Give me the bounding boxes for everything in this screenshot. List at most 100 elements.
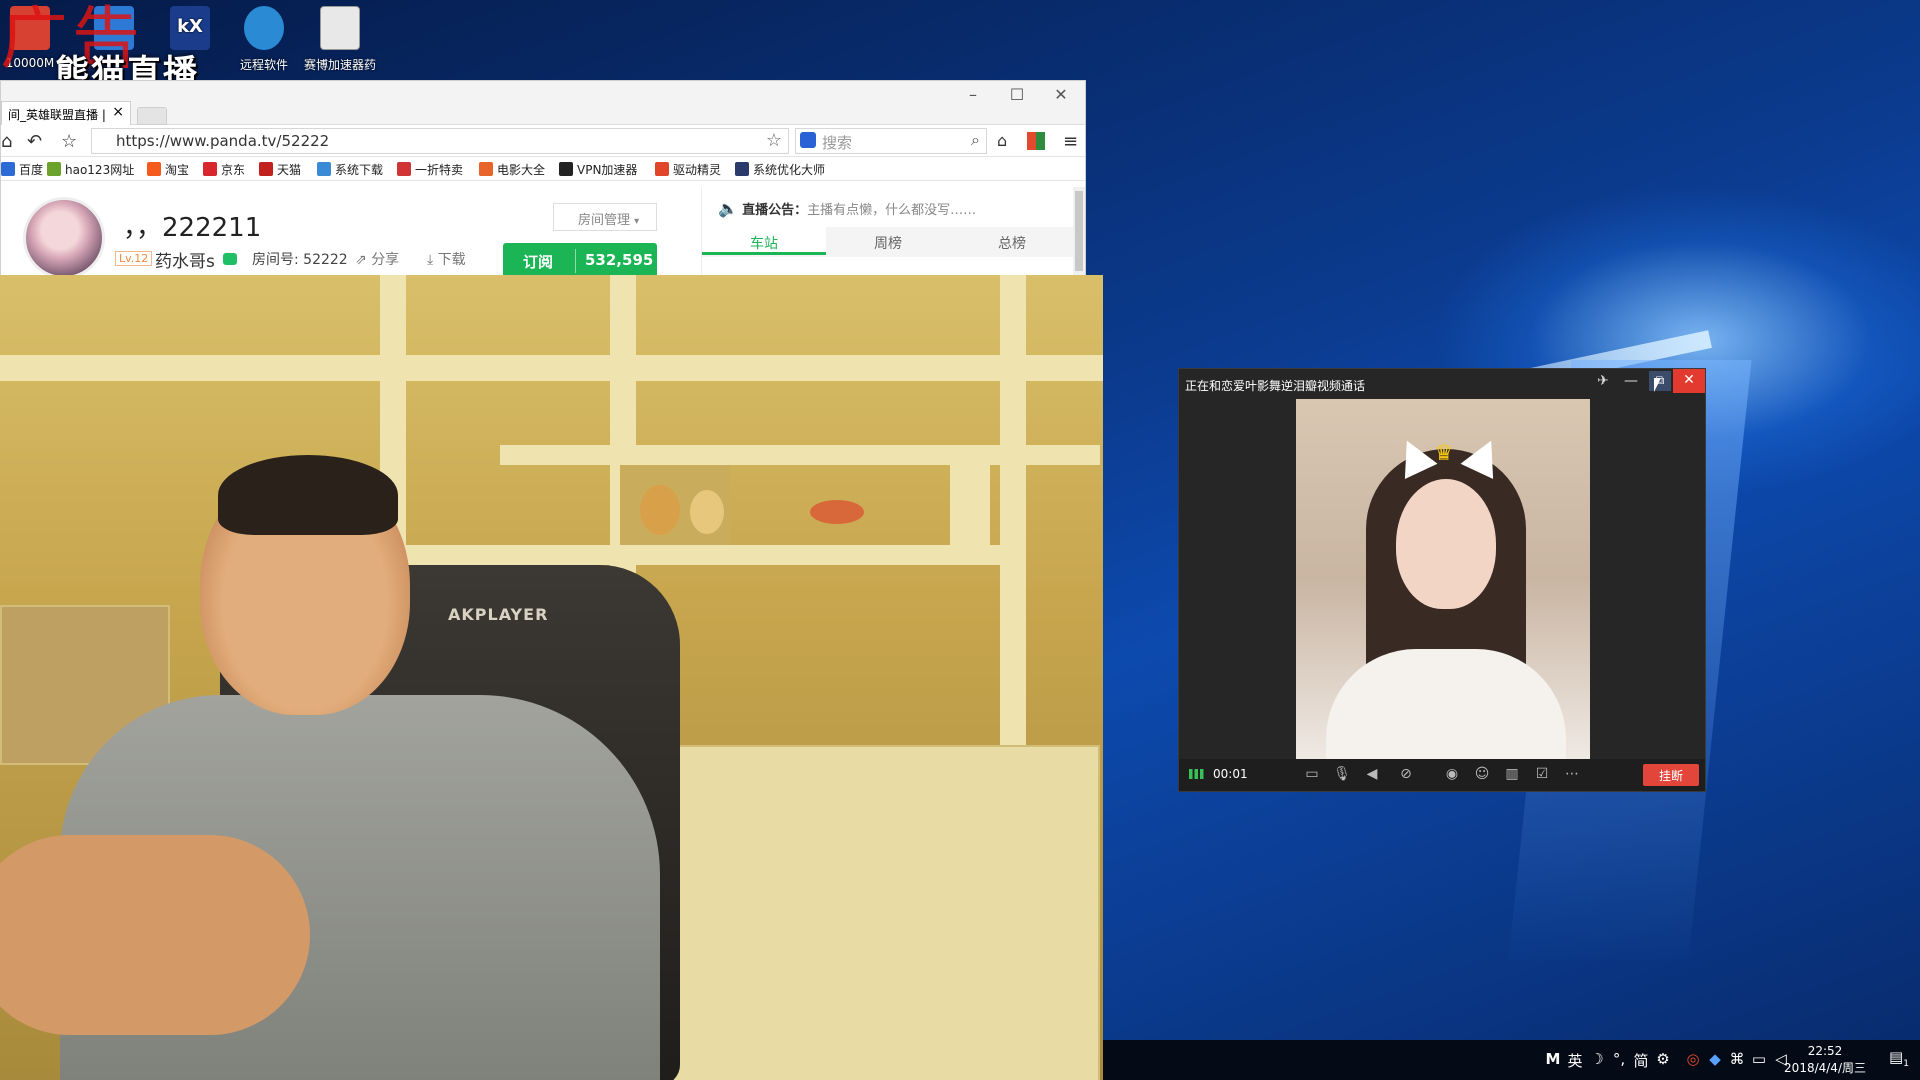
speaker-icon[interactable]: ◀ [1361,766,1383,782]
punctuation-icon[interactable]: °, [1609,1050,1629,1068]
announcement: 🔈 直播公告：主播有点懒，什么都没写…… [718,199,977,218]
maximize-icon[interactable]: ☐ [997,85,1037,104]
camera-off-icon[interactable]: ⊘ [1395,766,1417,782]
share-icon: ⇗ [355,252,372,268]
call-toolbar: 00:01 ▭ 🎙 ◀ ⊘ ◉ ☺ ▥ ☑ ⋯ 挂断 [1179,759,1705,791]
tab-bar: 间_英雄联盟直播 | × – ☐ ✕ [1,81,1085,125]
moon-icon[interactable]: ☽ [1587,1050,1607,1068]
close-icon[interactable]: ✕ [1673,369,1705,393]
ime-m-icon[interactable]: M [1543,1050,1563,1068]
shelf [380,545,1020,565]
minimize-icon[interactable]: – [953,85,993,104]
avatar[interactable] [23,197,105,279]
browser-window: 间_英雄联盟直播 | × – ☐ ✕ ⌂ ↶ ☆ https://www.pan… [0,80,1086,280]
screenshot-icon[interactable]: ◉ [1441,766,1463,782]
app-icon [10,6,50,50]
layout-icon[interactable]: ▥ [1501,766,1523,782]
bookmark-item[interactable]: 京东 [203,161,245,178]
close-icon[interactable]: ✕ [1041,85,1081,104]
cabinet [620,745,1100,1080]
bookmark-item[interactable]: 百度 [1,161,43,178]
bookmark-item[interactable]: VPN加速器 [559,161,637,178]
download-button[interactable]: ⤓ 下载 [427,249,466,269]
video-call-window: 正在和恋爱叶影舞逆泪瓣视频通话 ✈ — ⧉ ✕ ♛ 00:01 ▭ 🎙 ◀ ⊘ … [1178,368,1706,792]
bookmark-item[interactable]: 一折特卖 [397,161,463,178]
browser-tab[interactable]: 间_英雄联盟直播 | × [1,101,131,125]
hangup-button[interactable]: 挂断 [1643,764,1699,786]
home-icon[interactable]: ⌂ [1,131,12,152]
document-icon [320,6,360,50]
notification-icon[interactable]: ▤1 [1888,1048,1910,1070]
tab-close-icon[interactable]: × [112,104,124,120]
desktop-icon-remote[interactable]: 远程软件 [234,6,294,73]
room-number: 房间号: 52222 [252,252,348,268]
bookmark-icon [47,162,61,176]
nav-bar: ⌂ ↶ ☆ https://www.panda.tv/52222 ☆ 搜索 ⌕ … [1,125,1085,157]
clock-time: 22:52 [1807,1044,1843,1058]
bookmark-icon [259,162,273,176]
scrollbar[interactable] [1073,187,1085,279]
figurine [690,490,724,534]
more-icon[interactable]: ⋯ [1561,766,1583,782]
tab-station[interactable]: 车站 [702,227,826,255]
desktop-icon-10000m[interactable]: 10000M [0,6,60,70]
network-icon[interactable]: ▭ [1749,1050,1769,1068]
favorite-icon[interactable]: ☆ [61,131,77,152]
tab-weekly[interactable]: 周榜 [826,233,950,253]
shelf [500,445,1100,465]
ime-language-icon[interactable]: 英 [1565,1050,1585,1071]
chair-brand: AKPLAYER [448,605,549,624]
shelf [1000,275,1026,755]
bookmark-icon [655,162,669,176]
settings-icon[interactable]: ⚙ [1653,1050,1673,1068]
bookmark-star-icon[interactable]: ☆ [766,130,782,151]
menu-icon[interactable]: ≡ [1063,131,1078,152]
address-bar[interactable]: https://www.panda.tv/52222 ☆ [91,128,789,154]
bookmark-item[interactable]: 驱动精灵 [655,161,721,178]
extension-icon[interactable] [1027,132,1045,150]
subscribe-button[interactable]: 订阅 532,595 [503,243,657,279]
signal-icon [1189,769,1207,779]
back-icon[interactable]: ↶ [27,131,42,152]
room-manage-dropdown[interactable]: 房间管理 ▾ [553,203,657,231]
bookmark-icon [735,162,749,176]
search-engine-icon [800,132,816,148]
search-icon[interactable]: ⌕ [971,130,980,150]
bookmark-item[interactable]: 天猫 [259,161,301,178]
kx-tray-icon[interactable]: ◆ [1705,1050,1725,1068]
ime-icon[interactable]: ⌘ [1727,1050,1747,1068]
bookmark-item[interactable]: hao123网址 [47,161,134,178]
bottle [950,445,990,555]
clock[interactable]: 22:52 2018/4/4/周三 [1784,1043,1866,1077]
app-icon [94,6,134,50]
new-tab-button[interactable] [137,107,167,125]
effects-icon[interactable]: ☺ [1471,766,1493,782]
tab-title: 间_英雄联盟直播 | [8,108,106,122]
bookmark-item[interactable]: 淘宝 [147,161,189,178]
chat-icon [223,253,237,265]
subscribe-count: 532,595 [585,251,654,269]
host-name[interactable]: 药水哥s [155,247,215,272]
bookmarks-bar: 百度 hao123网址 淘宝 京东 天猫 系统下载 一折特卖 电影大全 VPN加… [1,157,1085,181]
figurine [640,485,680,535]
microphone-icon[interactable]: 🎙 [1331,766,1353,782]
desktop-icon-accelerator[interactable]: 赛博加速器药 [304,6,376,73]
tab-total[interactable]: 总榜 [950,233,1074,253]
bookmark-item[interactable]: 系统优化大师 [735,161,825,178]
bookmark-item[interactable]: 系统下载 [317,161,383,178]
bookmark-item[interactable]: 电影大全 [479,161,545,178]
share-screen-icon[interactable]: ☑ [1531,766,1553,782]
security-icon[interactable]: ◎ [1683,1050,1703,1068]
chat-icon[interactable]: ▭ [1301,766,1323,782]
pin-icon[interactable]: ✈ [1593,373,1613,389]
search-input[interactable]: 搜索 ⌕ [795,128,987,154]
search-placeholder: 搜索 [822,134,853,152]
taskbar: M 英 ☽ °, 简 ⚙ ◎ ◆ ⌘ ▭ ◁ 22:52 2018/4/4/周三… [1103,1040,1920,1080]
toolbox-icon[interactable]: ⌂ [997,131,1007,150]
clock-date: 2018/4/4/周三 [1784,1061,1866,1075]
url-text: https://www.panda.tv/52222 [116,132,330,150]
bookmark-icon [479,162,493,176]
simplified-icon[interactable]: 简 [1631,1050,1651,1071]
minimize-icon[interactable]: — [1621,373,1641,389]
share-button[interactable]: ⇗ 分享 [355,249,399,269]
